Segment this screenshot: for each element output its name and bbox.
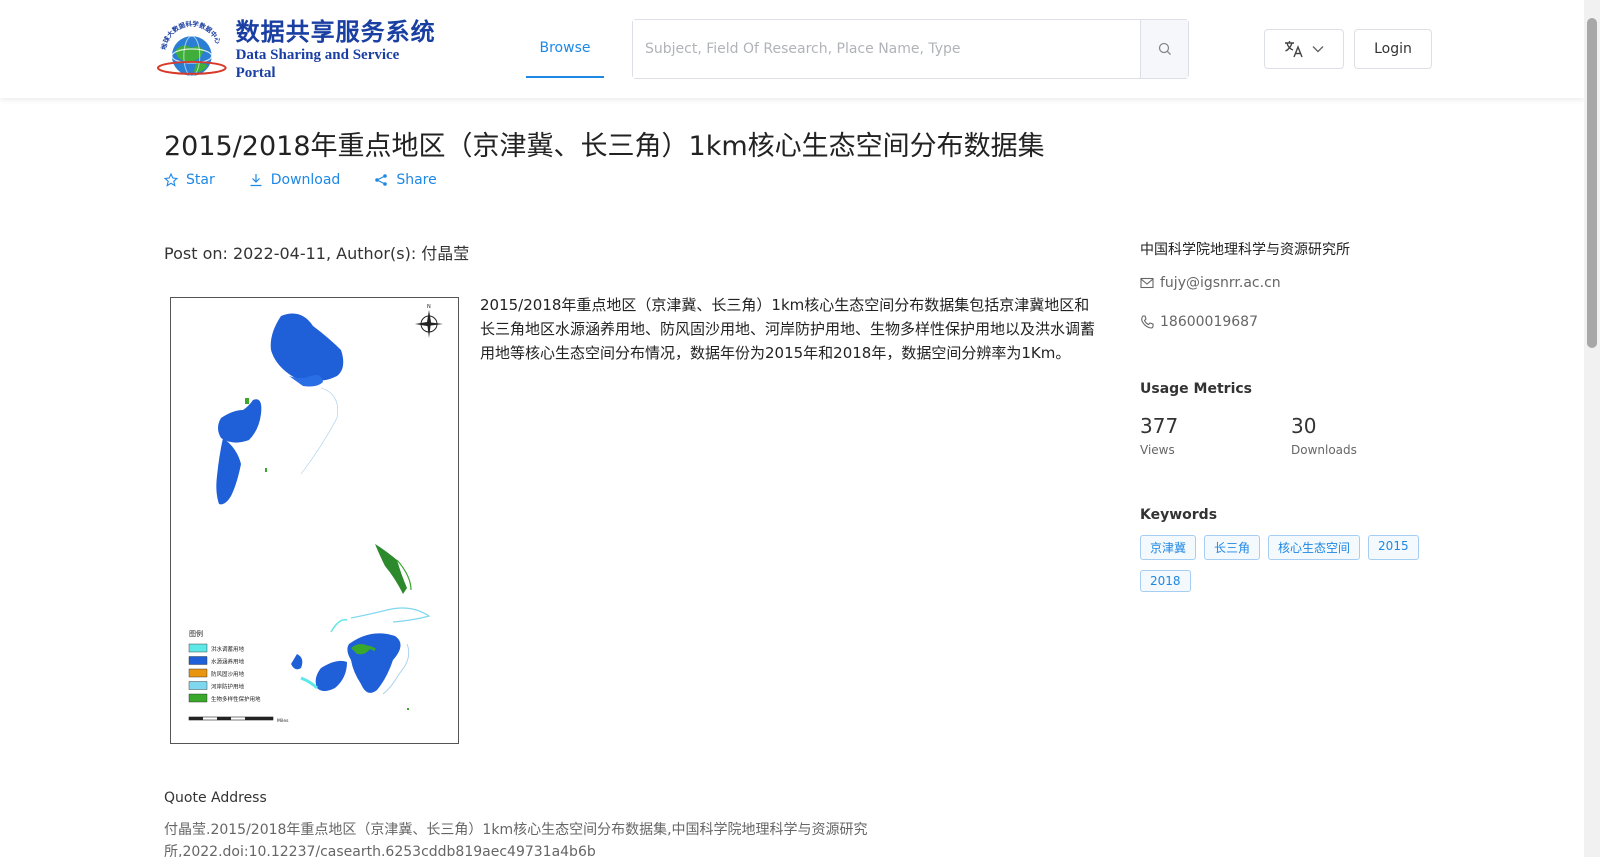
site-logo[interactable]: 地球大数据科学数据中心 数据共享服务系统 Data Sharing and Se…: [152, 18, 442, 82]
dataset-thumbnail-map[interactable]: N 图例 洪水调蓄用地 水源涵养用地 防风固沙用地 河岸防护用地生物多样性保护用地: [170, 297, 459, 744]
keywords-heading: Keywords: [1140, 507, 1218, 523]
search-input[interactable]: [633, 20, 1140, 78]
page-scrollbar[interactable]: [1584, 0, 1600, 857]
top-header: 地球大数据科学数据中心 数据共享服务系统 Data Sharing and Se…: [0, 0, 1584, 98]
usage-metrics-heading: Usage Metrics: [1140, 381, 1252, 397]
map-scale-bar: Miles: [188, 716, 289, 724]
map-legend-title: 图例: [189, 629, 203, 638]
download-label: Download: [270, 172, 341, 188]
legend-swatch: [188, 643, 208, 653]
contact-email[interactable]: fujy@igsnrr.ac.cn: [1140, 275, 1281, 291]
search-bar: [632, 19, 1189, 79]
keyword-tag[interactable]: 长三角: [1204, 535, 1261, 560]
legend-label: 水源涵养用地: [211, 658, 245, 666]
legend-swatch: [188, 668, 208, 678]
search-icon: [1158, 42, 1171, 55]
scrollbar-thumb[interactable]: [1587, 18, 1597, 348]
share-button[interactable]: Share: [374, 172, 437, 188]
mail-icon: [1140, 277, 1154, 289]
downloads-count: 30: [1291, 414, 1317, 438]
share-label: Share: [396, 172, 437, 188]
logo-chinese-title: 数据共享服务系统: [235, 17, 436, 46]
north-arrow-icon: N: [415, 304, 443, 338]
login-button[interactable]: Login: [1354, 29, 1432, 69]
keyword-list: 京津冀 长三角 核心生态空间 2015 2018: [1140, 535, 1440, 592]
contact-phone: 18600019687: [1140, 314, 1258, 330]
svg-text:N: N: [427, 304, 431, 310]
keyword-tag[interactable]: 2018: [1140, 570, 1191, 592]
dataset-actions: Star Download Share: [164, 172, 437, 188]
map-legend: 洪水调蓄用地水源涵养用地防风固沙用地河岸防护用地生物多样性保护用地: [188, 643, 261, 703]
share-icon: [375, 174, 388, 186]
legend-label: 河岸防护用地: [211, 683, 245, 691]
nav-browse-tab[interactable]: Browse: [526, 19, 604, 78]
globe-logo-icon: 地球大数据科学数据中心: [156, 20, 227, 77]
search-button[interactable]: [1140, 20, 1188, 78]
translate-icon: [1285, 41, 1303, 58]
logo-english-title: Data Sharing and Service Portal: [235, 47, 400, 81]
download-button[interactable]: Download: [249, 172, 341, 188]
chevron-down-icon: [1312, 46, 1324, 53]
views-count: 377: [1140, 414, 1179, 438]
download-icon: [250, 174, 262, 187]
keyword-tag[interactable]: 2015: [1368, 535, 1419, 560]
map-graphic: N 图例 洪水调蓄用地水源涵养用地防风固沙用地河岸防护用地生物多样性保护用地 M…: [188, 304, 443, 724]
downloads-label: Downloads: [1291, 443, 1357, 457]
legend-swatch: [188, 656, 208, 665]
dataset-description: 2015/2018年重点地区（京津冀、长三角）1km核心生态空间分布数据集包括京…: [480, 296, 1096, 362]
organization-name: 中国科学院地理科学与资源研究所: [1140, 242, 1350, 258]
logo-text: 数据共享服务系统 Data Sharing and Service Portal: [236, 18, 442, 82]
star-button[interactable]: Star: [164, 172, 215, 188]
email-text: fujy@igsnrr.ac.cn: [1160, 275, 1281, 291]
language-switch-button[interactable]: [1264, 29, 1344, 69]
views-label: Views: [1140, 443, 1175, 457]
keyword-tag[interactable]: 京津冀: [1140, 535, 1197, 560]
keyword-tag[interactable]: 核心生态空间: [1268, 535, 1361, 560]
legend-label: 生物多样性保护用地: [211, 695, 261, 703]
legend-label: 洪水调蓄用地: [211, 645, 245, 653]
dataset-title: 2015/2018年重点地区（京津冀、长三角）1km核心生态空间分布数据集: [164, 131, 1045, 162]
legend-swatch: [188, 681, 208, 690]
star-icon: [164, 173, 178, 187]
map-scale-unit: Miles: [277, 718, 289, 724]
legend-label: 防风固沙用地: [211, 670, 245, 678]
quote-address-heading: Quote Address: [164, 790, 267, 806]
quote-address-text: 付晶莹.2015/2018年重点地区（京津冀、长三角）1km核心生态空间分布数据…: [164, 822, 868, 857]
legend-swatch: [188, 693, 208, 703]
phone-text: 18600019687: [1160, 314, 1258, 330]
post-meta: Post on: 2022-04-11, Author(s): 付晶莹: [164, 244, 470, 263]
phone-icon: [1141, 315, 1154, 329]
star-label: Star: [186, 172, 215, 188]
